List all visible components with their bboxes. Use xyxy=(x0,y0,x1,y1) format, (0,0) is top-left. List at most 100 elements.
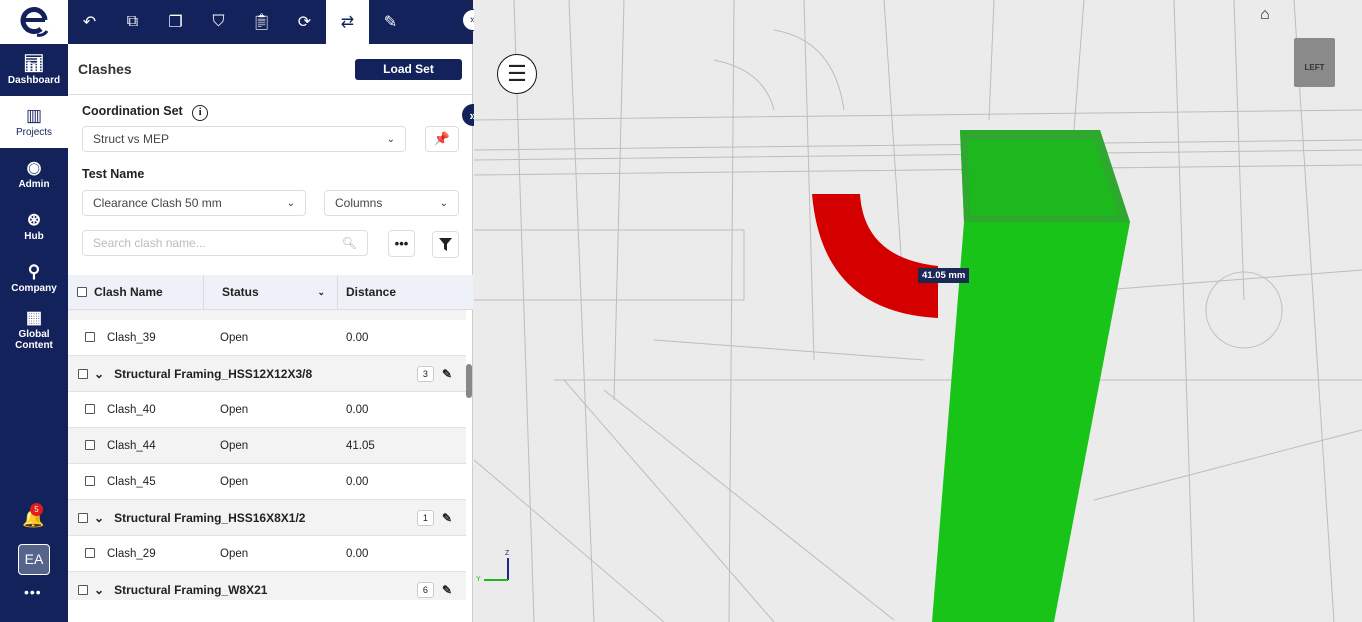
chevron-down-icon[interactable]: ⌄ xyxy=(94,583,104,597)
more-options-button[interactable]: ••• xyxy=(388,230,415,257)
view-cube[interactable]: LEFT xyxy=(1294,38,1335,87)
row-checkbox[interactable] xyxy=(85,440,95,451)
table-row[interactable]: Clash_39 Open 0.00 xyxy=(68,320,466,356)
nav-item-global-content[interactable]: ▦ Global Content xyxy=(0,304,68,356)
load-set-button[interactable]: Load Set xyxy=(355,58,462,80)
hamburger-icon: ☰ xyxy=(507,61,527,86)
clash-name: Clash_40 xyxy=(107,403,156,416)
coordination-set-select[interactable]: Struct vs MEP ⌄ xyxy=(82,126,406,152)
back-button[interactable]: ↶ xyxy=(68,0,111,44)
group-row[interactable]: ⌄ Structural Framing_HSS16X8X1/2 1 ✎ xyxy=(68,500,466,536)
edit-icon[interactable]: ✎ xyxy=(442,511,452,525)
avatar[interactable]: EA xyxy=(18,544,50,575)
filter-icon xyxy=(439,238,452,251)
test-name-select[interactable]: Clearance Clash 50 mm ⌄ xyxy=(82,190,306,216)
group-count: 3 xyxy=(416,365,434,382)
menu-button[interactable]: ☰ xyxy=(497,54,537,94)
row-checkbox[interactable] xyxy=(85,404,95,415)
scrollbar[interactable] xyxy=(466,364,472,398)
table-row[interactable]: Clash_29 Open 0.00 xyxy=(68,536,466,572)
model-wireframe xyxy=(474,0,1362,622)
columns-select[interactable]: Columns ⌄ xyxy=(324,190,459,216)
notifications-bell-icon[interactable]: 🔔 5 xyxy=(22,503,44,529)
group-row[interactable]: ⌄ Structural Framing_HSS12X12X3/8 3 ✎ xyxy=(68,356,466,392)
chevron-down-icon: ⌄ xyxy=(386,133,395,145)
shield-button[interactable]: ⛉ xyxy=(197,0,240,44)
clipboard-button[interactable]: 📋︎ xyxy=(240,0,283,44)
admin-icon: ◉ xyxy=(26,157,42,177)
3d-viewport[interactable]: 41.05 mm ☰ ⌂ LEFT Z Y xyxy=(474,0,1362,622)
global-content-icon: ▦ xyxy=(25,308,43,327)
hub-icon: ⊛ xyxy=(26,209,42,229)
markup-icon: ✎ xyxy=(383,14,398,31)
clash-name: Clash_29 xyxy=(107,547,156,560)
info-icon[interactable]: i xyxy=(192,105,209,121)
markup-button[interactable]: ✎ xyxy=(369,0,412,44)
more-icon[interactable]: ••• xyxy=(24,584,42,600)
buildings-icon: ▥ xyxy=(25,105,43,125)
search-input[interactable]: Search clash name... 🔍︎ xyxy=(82,230,368,256)
notification-count: 5 xyxy=(30,503,43,516)
nav-item-company[interactable]: ⚲ Company xyxy=(0,252,68,304)
columns-value: Columns xyxy=(335,196,383,210)
group-name: Structural Framing_HSS12X12X3/8 xyxy=(114,366,313,381)
row-checkbox[interactable] xyxy=(78,368,88,379)
row-checkbox[interactable] xyxy=(78,584,88,595)
clash-distance: 0.00 xyxy=(346,547,369,560)
hierarchy-button[interactable]: ⧉ xyxy=(111,0,154,44)
clipboard-icon: 📋︎ xyxy=(251,14,272,31)
test-name-value: Clearance Clash 50 mm xyxy=(93,196,222,210)
coordination-set-label: Coordination Set xyxy=(82,104,183,118)
group-row[interactable]: ⌄ Structural Framing_W8X21 6 ✎ xyxy=(68,572,466,600)
clash-button[interactable]: ⇄ xyxy=(326,0,369,44)
clash-name: Clash_45 xyxy=(107,475,156,488)
edit-icon[interactable]: ✎ xyxy=(442,583,452,597)
nav-item-admin[interactable]: ◉ Admin xyxy=(0,148,68,200)
sync-button[interactable]: ⟳ xyxy=(283,0,326,44)
table-row[interactable]: Clash_44 Open 41.05 xyxy=(68,428,466,464)
company-icon: ⚲ xyxy=(27,261,41,281)
coordination-set-value: Struct vs MEP xyxy=(93,132,170,146)
nav-label: Admin xyxy=(18,178,50,190)
select-all-checkbox[interactable] xyxy=(77,287,87,297)
sync-icon: ⟳ xyxy=(297,14,312,31)
col-status[interactable]: Status ⌄ xyxy=(204,275,338,309)
table-header: Clash Name Status ⌄ Distance xyxy=(68,275,473,310)
axis-triad: Z Y xyxy=(476,550,516,586)
table-row[interactable]: Clash_40 Open 0.00 xyxy=(68,392,466,428)
col-distance[interactable]: Distance xyxy=(338,275,473,309)
nav-item-hub[interactable]: ⊛ Hub xyxy=(0,200,68,252)
nav-item-dashboard[interactable]: 📊︎ Dashboard xyxy=(0,44,68,96)
clash-distance: 0.00 xyxy=(346,475,369,488)
chevron-down-icon[interactable]: ⌄ xyxy=(94,511,104,525)
clashes-panel: Clashes Load Set Coordination Set i Stru… xyxy=(68,44,473,622)
edit-icon[interactable]: ✎ xyxy=(442,367,452,381)
col-clash-name[interactable]: Clash Name xyxy=(68,275,204,309)
clash-status: Open xyxy=(220,403,249,416)
clash-status: Open xyxy=(220,547,249,560)
pin-button[interactable]: 📌 xyxy=(425,126,459,152)
row-checkbox[interactable] xyxy=(85,476,95,487)
clash-distance: 0.00 xyxy=(346,331,369,344)
header-label: Clash Name xyxy=(94,285,163,299)
y-axis-label: Y xyxy=(476,576,481,583)
header-label: Distance xyxy=(346,285,397,299)
home-icon[interactable]: ⌂ xyxy=(1260,6,1270,24)
chevron-down-icon[interactable]: ⌄ xyxy=(94,367,104,381)
copy-icon: ❐ xyxy=(168,14,183,31)
table-row[interactable]: Clash_45 Open 0.00 xyxy=(68,464,466,500)
nav-item-projects[interactable]: ▥ Projects xyxy=(0,96,68,148)
shield-icon: ⛉ xyxy=(212,13,225,30)
row-checkbox[interactable] xyxy=(85,548,95,559)
clash-status: Open xyxy=(220,475,249,488)
group-name: Structural Framing_W8X21 xyxy=(114,582,268,597)
filter-button[interactable] xyxy=(432,231,459,258)
nav-label: Company xyxy=(11,282,57,294)
row-checkbox[interactable] xyxy=(78,512,88,523)
row-checkbox[interactable] xyxy=(85,332,95,343)
copy-button[interactable]: ❐ xyxy=(154,0,197,44)
clash-distance: 41.05 xyxy=(346,439,375,452)
chevron-down-icon: ⌄ xyxy=(439,197,448,209)
group-count: 6 xyxy=(416,581,434,598)
clash-icon: ⇄ xyxy=(340,14,355,31)
